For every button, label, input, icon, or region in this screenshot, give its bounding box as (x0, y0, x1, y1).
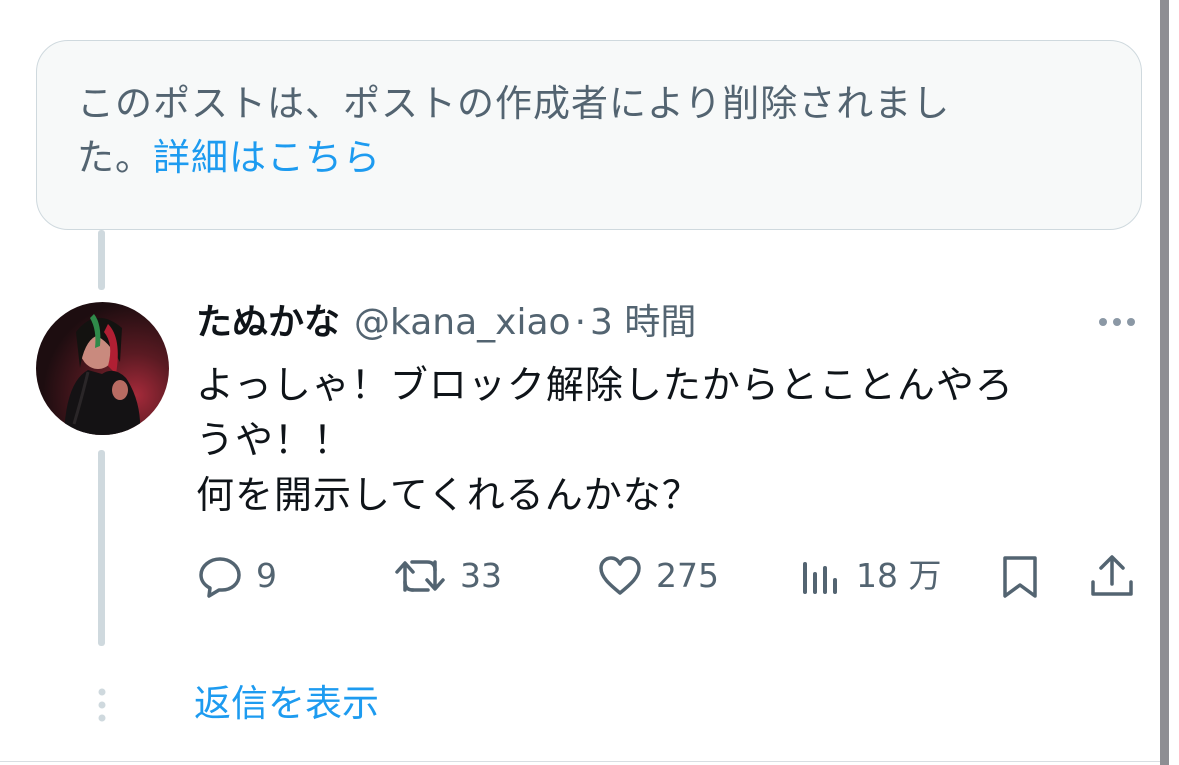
separator-dot: · (574, 302, 587, 343)
avatar[interactable] (36, 302, 169, 435)
tweet-text-line: 何を開示してくれるんかな？ (196, 473, 701, 517)
like-button[interactable]: 275 (596, 552, 719, 600)
author-row: たぬかな @kana_xiao · 3 時間 (196, 299, 696, 347)
tweet-text: よっしゃ！ブロック解除したからとことんやろ うや！！ 何を開示してくれるんかな？ (196, 358, 1096, 523)
share-button[interactable] (1088, 552, 1136, 600)
bookmark-button[interactable] (998, 552, 1042, 600)
thread-connector-line (98, 230, 105, 290)
reply-button[interactable]: 9 (196, 552, 277, 600)
notice-text-continued: た。詳細はこちら (77, 134, 381, 182)
notice-text: このポストは、ポストの作成者により削除されまし (77, 82, 951, 125)
bookmark-icon (1003, 556, 1037, 598)
views-icon (803, 562, 837, 594)
share-icon (1091, 555, 1133, 596)
tweet-thread-view: このポストは、ポストの作成者により削除されまし た。詳細はこちら たぬかな @ka… (0, 0, 1179, 765)
more-options-icon[interactable] (1095, 313, 1139, 331)
display-name[interactable]: たぬかな (196, 302, 340, 343)
like-count: 275 (656, 556, 719, 595)
learn-more-link[interactable]: 詳細はこちら (153, 136, 381, 179)
retweet-count: 33 (460, 556, 502, 595)
divider (0, 761, 1160, 762)
thread-connector-line (98, 450, 105, 646)
views-button[interactable]: 18 万 (800, 552, 941, 600)
reply-count: 9 (256, 556, 277, 595)
retweet-icon (395, 560, 445, 592)
timestamp[interactable]: 3 時間 (590, 302, 696, 343)
reply-icon (199, 557, 241, 598)
show-replies-link[interactable]: 返信を表示 (194, 679, 379, 729)
retweet-button[interactable]: 33 (392, 552, 502, 600)
views-count: 18 万 (856, 556, 942, 595)
more-replies-dots-icon (95, 688, 109, 722)
tweet-text-line: うや！！ (196, 418, 353, 462)
tweet-text-line: よっしゃ！ブロック解除したからとことんやろ (196, 363, 1014, 407)
scrollbar[interactable] (1160, 0, 1169, 765)
notice-text-end: た。 (77, 136, 153, 179)
deleted-post-notice: このポストは、ポストの作成者により削除されまし た。詳細はこちら (36, 40, 1142, 230)
user-handle[interactable]: @kana_xiao (354, 302, 571, 343)
heart-icon (599, 556, 641, 595)
